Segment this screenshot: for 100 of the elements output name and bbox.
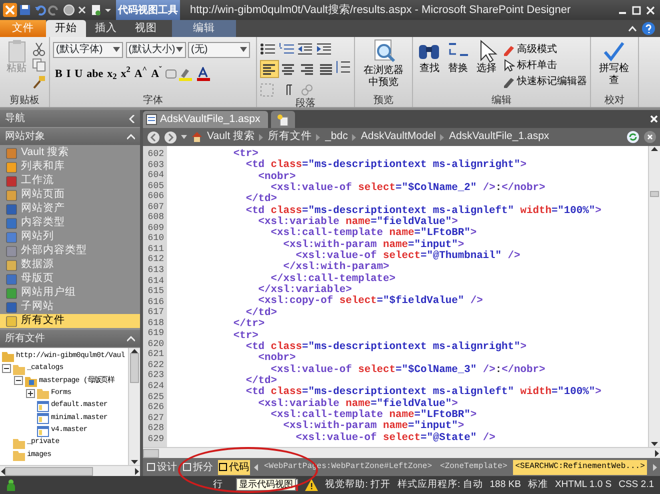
collapse-section-icon[interactable] xyxy=(127,336,135,342)
scroll-right-icon[interactable] xyxy=(135,468,140,474)
collapse-section-icon[interactable] xyxy=(127,134,135,140)
style-dropdown[interactable]: (无) xyxy=(188,42,250,58)
square-icon xyxy=(6,246,17,256)
format-button[interactable]: A$^{^}$ xyxy=(132,64,150,82)
chevron-left-icon[interactable] xyxy=(254,464,258,470)
editing-option-button[interactable]: 快速标记编辑器 xyxy=(502,74,588,90)
folder-icon xyxy=(25,374,37,387)
line-spacing-icon[interactable] xyxy=(335,60,351,74)
copy-icon[interactable] xyxy=(32,58,46,72)
scrollbar-thumb[interactable] xyxy=(650,191,659,197)
editing-button[interactable]: 查找 xyxy=(416,39,443,94)
home-icon[interactable] xyxy=(191,131,203,143)
ribbon-tab[interactable]: 开始 xyxy=(46,20,86,37)
breadcrumb-link[interactable]: AdskVaultFile_1.aspx xyxy=(448,129,550,145)
format-button[interactable]: x$_{2}$ xyxy=(105,64,119,82)
ribbon-tab[interactable]: 视图 xyxy=(126,20,166,37)
increase-indent-icon[interactable] xyxy=(316,42,332,56)
square-icon xyxy=(6,148,17,158)
refresh-icon[interactable] xyxy=(627,131,639,143)
close-icon[interactable] xyxy=(77,5,87,15)
status-text: 行 xyxy=(212,478,223,492)
font-size-dropdown[interactable]: (默认大小) xyxy=(126,42,186,58)
font-name-dropdown[interactable]: (默认字体) xyxy=(53,42,123,58)
chevron-right-icon[interactable] xyxy=(653,464,657,470)
collapse-icon[interactable] xyxy=(2,364,11,374)
code-line: <td class="ms-descriptiontext ms-alignright"> xyxy=(244,160,528,172)
view-mode-tab[interactable]: 设计 xyxy=(146,460,178,474)
close-icon[interactable] xyxy=(644,131,656,143)
code-line: </td> xyxy=(246,308,278,319)
paintbrush-icon[interactable] xyxy=(32,74,46,88)
format-button[interactable]: A$^{ˇ}$ xyxy=(149,64,164,82)
maximize-icon[interactable] xyxy=(632,6,641,14)
collapse-panel-icon[interactable] xyxy=(129,114,135,122)
scrollbar[interactable] xyxy=(648,146,660,447)
save-icon[interactable] xyxy=(19,4,31,16)
new-tab-button[interactable] xyxy=(270,111,295,128)
tag-path-item[interactable]: <ZoneTemplate> xyxy=(438,460,510,474)
numbered-list-icon[interactable] xyxy=(278,42,294,56)
spell-check-button[interactable]: 拼写检查 xyxy=(594,39,634,94)
status-text: 视觉帮助: 打开 xyxy=(325,478,390,492)
scrollbar-thumb[interactable] xyxy=(143,448,159,458)
format-button[interactable]: x$^{2}$ xyxy=(118,64,132,82)
help-icon[interactable] xyxy=(642,22,655,35)
scroll-right-icon[interactable] xyxy=(655,450,660,456)
scrollbar[interactable] xyxy=(143,447,660,458)
preview-in-browser-button[interactable]: 在浏览器中预览 xyxy=(358,39,409,94)
back-icon[interactable] xyxy=(147,130,160,144)
status-text: CSS 2.1 xyxy=(618,478,654,492)
close-icon[interactable] xyxy=(646,6,655,14)
line-number: 624 xyxy=(146,381,164,392)
line-number: 625 xyxy=(146,392,164,402)
code-line: </xsl:with-param> xyxy=(282,262,390,274)
contextual-tab-group: 代码视图工具 xyxy=(116,0,180,20)
scrollbar[interactable] xyxy=(0,465,140,476)
ribbon-tab[interactable]: 插入 xyxy=(86,20,126,37)
editing-button[interactable]: 替换 xyxy=(444,39,472,94)
tag-path-item[interactable]: <SEARCHWC:RefinementWeb...> xyxy=(513,460,647,474)
breadcrumb-link[interactable]: 所有文件 xyxy=(268,129,312,145)
square-icon xyxy=(6,260,17,270)
line-number: 613 xyxy=(146,265,164,276)
chevron-right-icon xyxy=(316,134,322,140)
format-button[interactable]: B xyxy=(53,64,64,82)
view-mode-tab[interactable]: 拆分 xyxy=(182,460,214,474)
page-icon[interactable] xyxy=(90,4,102,16)
code-line: </xsl:variable> xyxy=(257,285,352,296)
ribbon-tab[interactable]: 编辑 xyxy=(172,20,236,37)
align-button[interactable] xyxy=(260,60,279,78)
format-button[interactable]: abe xyxy=(84,64,106,82)
format-button[interactable]: I xyxy=(64,64,73,82)
format-button[interactable]: U xyxy=(72,64,85,82)
scrollbar-thumb[interactable] xyxy=(130,353,139,383)
app-logo-icon[interactable] xyxy=(2,3,16,17)
line-number: 619 xyxy=(146,328,164,339)
editing-option-button[interactable]: 标杆单击 xyxy=(502,58,588,74)
line-number: 620 xyxy=(146,338,164,350)
code-line: </td> xyxy=(244,194,278,206)
collapse-ribbon-icon[interactable] xyxy=(628,24,637,33)
forward-icon[interactable] xyxy=(164,130,177,144)
editing-button[interactable]: 选择 xyxy=(473,39,500,94)
scissors-icon[interactable] xyxy=(32,42,46,56)
view-mode-tab[interactable]: 代码 xyxy=(218,460,250,474)
font-color-icon[interactable] xyxy=(196,66,212,80)
line-number: 615 xyxy=(146,286,164,297)
collapse-icon[interactable] xyxy=(14,376,23,386)
expand-icon[interactable] xyxy=(26,388,35,398)
editing-option-button[interactable]: 高级模式 xyxy=(502,42,588,58)
scrollbar-thumb[interactable] xyxy=(5,466,93,476)
group-label: 编辑 xyxy=(490,94,512,107)
breadcrumb-link[interactable]: AdskVaultModel xyxy=(360,129,436,145)
bullet-list-icon[interactable] xyxy=(260,42,276,56)
dropdown-arrow-icon xyxy=(113,47,120,52)
file-icon xyxy=(37,424,49,437)
dropdown-arrow-icon[interactable] xyxy=(181,135,187,139)
site-object-item[interactable]: 所有文件 xyxy=(0,314,140,328)
scrollbar[interactable] xyxy=(128,348,140,465)
breadcrumb-link[interactable]: Vault 搜索 xyxy=(207,129,256,145)
breadcrumb-link[interactable]: _bdc xyxy=(325,129,348,145)
decrease-indent-icon[interactable] xyxy=(297,42,313,56)
